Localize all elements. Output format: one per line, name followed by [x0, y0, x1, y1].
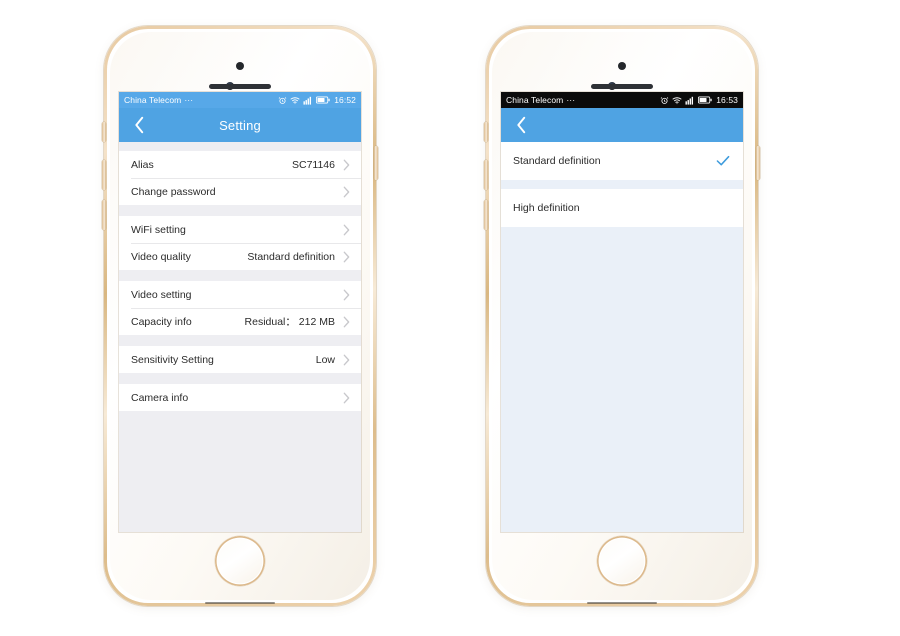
status-bar: China Telecom ··· [501, 92, 743, 108]
option-group: High definition [501, 189, 743, 227]
bottom-speaker-grille [205, 602, 275, 604]
option-standard-definition[interactable]: Standard definition [501, 142, 743, 180]
carrier-label: China Telecom [506, 95, 564, 105]
list-gap [119, 335, 361, 346]
wifi-icon [290, 96, 300, 105]
list-gap [501, 180, 743, 189]
row-label: Alias [131, 158, 154, 171]
chevron-right-icon [342, 353, 351, 367]
row-value: Low [315, 353, 335, 366]
chevron-right-icon [342, 158, 351, 172]
chevron-right-icon [342, 250, 351, 264]
video-quality-options: Standard definition High definition [501, 142, 743, 532]
earpiece-speaker [209, 84, 271, 89]
settings-row-change-password[interactable]: Change password [119, 178, 361, 205]
row-value: Residual： 212 MB [244, 316, 335, 328]
status-icons [660, 96, 712, 105]
row-label: Sensitivity Setting [131, 353, 214, 366]
option-label: High definition [513, 202, 580, 214]
alarm-icon [278, 96, 287, 105]
nav-bar: Setting [119, 108, 361, 142]
settings-row-wifi-setting[interactable]: WiFi setting [119, 216, 361, 243]
list-gap [119, 205, 361, 216]
mute-switch[interactable] [102, 122, 106, 142]
front-camera-icon [618, 62, 626, 70]
front-camera-icon [236, 62, 244, 70]
settings-row-sensitivity-setting[interactable]: Sensitivity Setting Low [119, 346, 361, 373]
row-label: WiFi setting [131, 223, 186, 236]
home-button[interactable] [597, 536, 647, 586]
option-high-definition[interactable]: High definition [501, 189, 743, 227]
earpiece-speaker [591, 84, 653, 89]
page-title: Setting [219, 117, 261, 133]
row-value: SC71146 [291, 158, 335, 171]
row-label: Capacity info [131, 315, 192, 328]
settings-list: Alias SC71146 Change password WiFi setti… [119, 142, 361, 532]
wifi-icon [672, 96, 682, 105]
back-chevron-icon [516, 116, 525, 134]
back-button[interactable] [512, 116, 530, 134]
list-gap [119, 142, 361, 151]
settings-row-alias[interactable]: Alias SC71146 [119, 151, 361, 178]
status-icons [278, 96, 330, 105]
list-gap [119, 270, 361, 281]
volume-up-button[interactable] [484, 160, 488, 190]
volume-up-button[interactable] [102, 160, 106, 190]
settings-row-capacity-info[interactable]: Capacity info Residual： 212 MB [119, 308, 361, 335]
settings-group: Video setting Capacity info Residual： 21… [119, 281, 361, 335]
alarm-icon [660, 96, 669, 105]
row-label: Video setting [131, 288, 192, 301]
carrier-label: China Telecom [124, 95, 182, 105]
signal-icon [685, 96, 695, 105]
settings-group: Alias SC71146 Change password [119, 151, 361, 205]
power-button[interactable] [756, 146, 760, 180]
battery-icon [316, 96, 330, 104]
status-time: 16:53 [716, 95, 738, 105]
carrier-dots: ··· [566, 95, 576, 105]
check-icon-placeholder [715, 200, 731, 216]
settings-group: Camera info [119, 384, 361, 411]
status-bar: China Telecom ··· [119, 92, 361, 108]
phone-right-screen: China Telecom ··· 16:53 Standard definit… [501, 92, 743, 532]
volume-down-button[interactable] [484, 200, 488, 230]
settings-row-video-setting[interactable]: Video setting [119, 281, 361, 308]
phone-left: China Telecom ··· 16:52 Setting Alias SC… [102, 26, 378, 606]
settings-group: Sensitivity Setting Low [119, 346, 361, 373]
row-label: Video quality [131, 250, 191, 263]
mute-switch[interactable] [484, 122, 488, 142]
home-button[interactable] [215, 536, 265, 586]
chevron-right-icon [342, 185, 351, 199]
settings-row-camera-info[interactable]: Camera info [119, 384, 361, 411]
chevron-right-icon [342, 391, 351, 405]
row-label: Camera info [131, 391, 189, 404]
power-button[interactable] [374, 146, 378, 180]
chevron-right-icon [342, 223, 351, 237]
bottom-speaker-grille [587, 602, 657, 604]
volume-down-button[interactable] [102, 200, 106, 230]
battery-icon [698, 96, 712, 104]
chevron-right-icon [342, 288, 351, 302]
list-gap [119, 373, 361, 384]
option-group: Standard definition [501, 142, 743, 180]
settings-group: WiFi setting Video quality Standard defi… [119, 216, 361, 270]
settings-row-video-quality[interactable]: Video quality Standard definition [119, 243, 361, 270]
row-value: Standard definition [247, 250, 335, 263]
carrier-dots: ··· [184, 95, 194, 105]
signal-icon [303, 96, 313, 105]
phone-right: China Telecom ··· 16:53 Standard definit… [484, 26, 760, 606]
check-icon [715, 153, 731, 169]
back-button[interactable] [130, 116, 148, 134]
phone-left-screen: China Telecom ··· 16:52 Setting Alias SC… [119, 92, 361, 532]
screenshot-stage: China Telecom ··· 16:52 Setting Alias SC… [0, 0, 900, 636]
option-label: Standard definition [513, 155, 601, 167]
row-label: Change password [131, 185, 216, 198]
chevron-right-icon [342, 315, 351, 329]
status-time: 16:52 [334, 95, 356, 105]
nav-bar [501, 108, 743, 142]
back-chevron-icon [134, 116, 143, 134]
